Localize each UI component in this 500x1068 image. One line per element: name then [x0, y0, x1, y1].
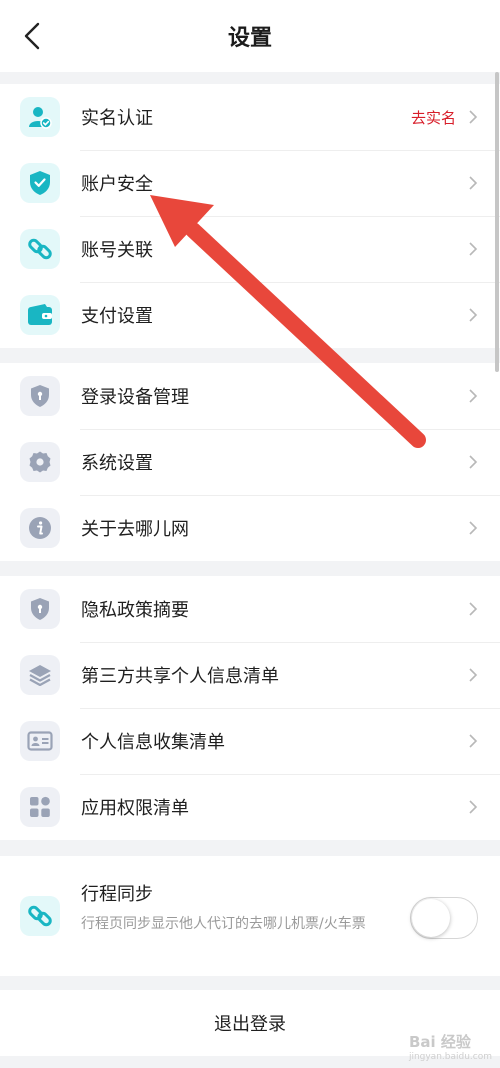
row-payment[interactable]: 支付设置 — [0, 282, 500, 348]
row-real-name[interactable]: 实名认证 去实名 — [0, 84, 500, 150]
row-about[interactable]: 关于去哪儿网 — [0, 495, 500, 561]
row-label: 支付设置 — [81, 306, 153, 327]
row-label: 隐私政策摘要 — [81, 600, 189, 621]
row-third-party-sharing[interactable]: 第三方共享个人信息清单 — [0, 642, 500, 708]
verify-link[interactable]: 去实名 — [411, 107, 456, 128]
row-label: 账号关联 — [81, 240, 153, 261]
chevron-left-icon — [24, 22, 40, 50]
settings-group-privacy: 隐私政策摘要 第三方共享个人信息清单 个人信息收集清单 应用权限清单 — [0, 576, 500, 840]
row-label: 实名认证 — [81, 108, 153, 129]
sync-title: 行程同步 — [81, 884, 153, 905]
row-label: 个人信息收集清单 — [81, 732, 225, 753]
back-button[interactable] — [12, 14, 52, 58]
gear-icon — [20, 442, 60, 482]
id-card-icon — [20, 721, 60, 761]
settings-group-account: 实名认证 去实名 账户安全 账号关联 支付设置 — [0, 84, 500, 348]
chevron-right-icon — [469, 734, 478, 748]
row-label: 登录设备管理 — [81, 387, 189, 408]
row-privacy-summary[interactable]: 隐私政策摘要 — [0, 576, 500, 642]
row-label: 账户安全 — [81, 174, 153, 195]
row-label: 系统设置 — [81, 453, 153, 474]
row-device-management[interactable]: 登录设备管理 — [0, 363, 500, 429]
chevron-right-icon — [469, 389, 478, 403]
row-label: 应用权限清单 — [81, 798, 189, 819]
row-label: 关于去哪儿网 — [81, 519, 189, 540]
header: 设置 — [0, 0, 500, 72]
info-icon — [20, 508, 60, 548]
shield-icon — [20, 589, 60, 629]
row-account-link[interactable]: 账号关联 — [0, 216, 500, 282]
link-icon — [20, 229, 60, 269]
row-system-settings[interactable]: 系统设置 — [0, 429, 500, 495]
chevron-right-icon — [469, 800, 478, 814]
chevron-right-icon — [469, 521, 478, 535]
sync-description: 行程页同步显示他人代订的去哪儿机票/火车票 — [81, 916, 366, 932]
row-label: 第三方共享个人信息清单 — [81, 666, 279, 687]
settings-group-system: 登录设备管理 系统设置 关于去哪儿网 — [0, 363, 500, 561]
wallet-icon — [20, 295, 60, 335]
shield-check-icon — [20, 163, 60, 203]
shield-icon — [20, 376, 60, 416]
row-account-security[interactable]: 账户安全 — [0, 150, 500, 216]
chevron-right-icon — [469, 455, 478, 469]
page-title: 设置 — [227, 26, 272, 51]
chevron-right-icon — [469, 242, 478, 256]
watermark: Bai 经验 jingyan.baidu.com — [409, 1031, 492, 1062]
grid-icon — [20, 787, 60, 827]
chevron-right-icon — [469, 308, 478, 322]
row-info-collection[interactable]: 个人信息收集清单 — [0, 708, 500, 774]
chevron-right-icon — [469, 602, 478, 616]
chevron-right-icon — [469, 110, 478, 124]
chevron-right-icon — [469, 176, 478, 190]
link-icon — [20, 896, 60, 936]
layers-icon — [20, 655, 60, 695]
user-verified-icon — [20, 97, 60, 137]
scrollbar[interactable] — [495, 72, 499, 372]
watermark-text: Bai 经验 — [408, 1033, 471, 1051]
toggle-knob — [412, 899, 450, 937]
row-app-permissions[interactable]: 应用权限清单 — [0, 774, 500, 840]
logout-label: 退出登录 — [214, 1014, 286, 1035]
watermark-sub: jingyan.baidu.com — [408, 1052, 492, 1062]
settings-screen: 设置 实名认证 去实名 账户安全 账号关联 支付设置 登录设备管理 系统设置 关… — [0, 0, 500, 1068]
settings-group-sync: 行程同步 行程页同步显示他人代订的去哪儿机票/火车票 — [0, 856, 500, 976]
chevron-right-icon — [469, 668, 478, 682]
sync-toggle[interactable] — [410, 897, 478, 939]
